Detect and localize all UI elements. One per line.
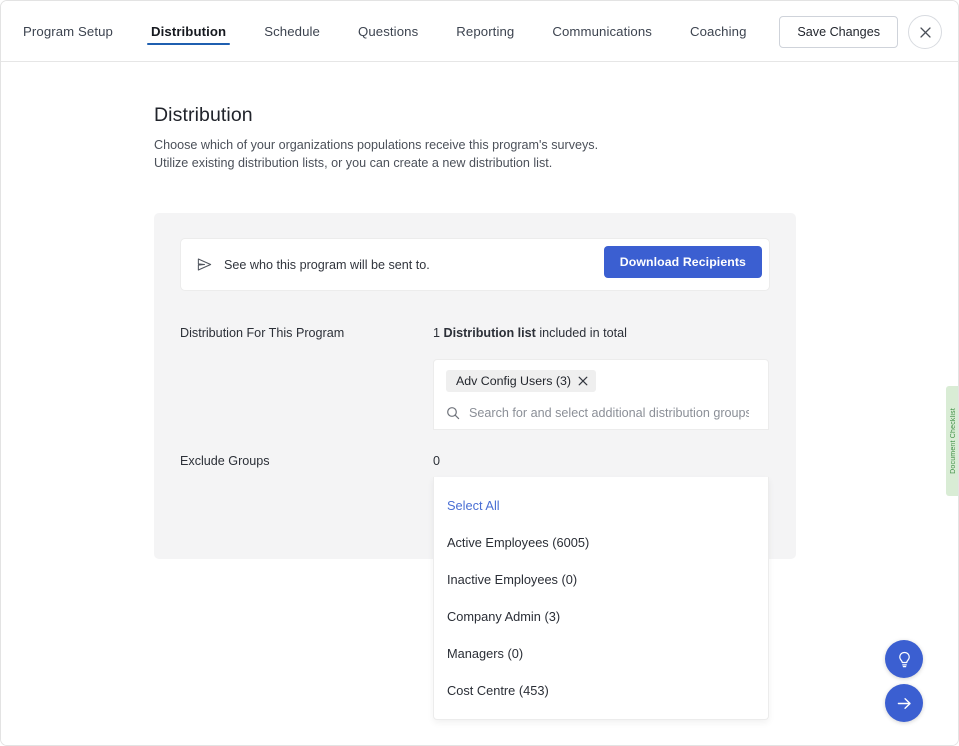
tab-distribution[interactable]: Distribution <box>132 1 245 62</box>
distribution-count-suffix: included in total <box>536 326 627 340</box>
page-subtitle-line-1: Choose which of your organizations popul… <box>154 137 598 155</box>
tab-label: Reporting <box>456 24 514 39</box>
download-recipients-button[interactable]: Download Recipients <box>604 246 762 278</box>
distribution-group-select[interactable]: Adv Config Users (3) <box>433 359 769 430</box>
top-navigation-bar: Program Setup Distribution Schedule Ques… <box>1 1 959 62</box>
distribution-for-program-label: Distribution For This Program <box>180 326 344 340</box>
selected-group-chip[interactable]: Adv Config Users (3) <box>446 370 596 392</box>
tab-questions[interactable]: Questions <box>339 1 437 62</box>
application-window: Program Setup Distribution Schedule Ques… <box>0 0 959 746</box>
dropdown-select-all[interactable]: Select All <box>434 487 768 524</box>
page-subtitle: Choose which of your organizations popul… <box>154 137 598 172</box>
tab-schedule[interactable]: Schedule <box>245 1 339 62</box>
page-title: Distribution <box>154 104 253 127</box>
save-changes-label: Save Changes <box>797 25 880 39</box>
distribution-count-bold: Distribution list <box>444 326 536 340</box>
next-fab-button[interactable] <box>885 684 923 722</box>
exclude-groups-count: 0 <box>433 454 440 468</box>
tab-coaching[interactable]: Coaching <box>671 1 766 62</box>
close-icon <box>919 26 932 39</box>
send-icon <box>195 256 213 274</box>
dropdown-option-cost-centre[interactable]: Cost Centre (453) <box>434 672 768 709</box>
distribution-count-prefix: 1 <box>433 326 444 340</box>
tab-bar: Program Setup Distribution Schedule Ques… <box>23 1 766 62</box>
dropdown-option-inactive-employees[interactable]: Inactive Employees (0) <box>434 561 768 598</box>
selected-group-chip-label: Adv Config Users (3) <box>456 374 571 388</box>
group-search-row <box>446 397 756 429</box>
dropdown-option-active-employees[interactable]: Active Employees (6005) <box>434 524 768 561</box>
dropdown-option-label: Managers (0) <box>447 646 523 661</box>
remove-chip-icon[interactable] <box>578 376 588 386</box>
page-content: Distribution Choose which of your organi… <box>1 62 959 746</box>
tab-program-setup[interactable]: Program Setup <box>23 1 132 62</box>
dropdown-option-managers[interactable]: Managers (0) <box>434 635 768 672</box>
tab-label: Distribution <box>151 24 226 39</box>
dropdown-option-label: Active Employees (6005) <box>447 535 589 550</box>
dropdown-select-all-label: Select All <box>447 498 500 513</box>
help-fab-button[interactable] <box>885 640 923 678</box>
recipients-banner-text: See who this program will be sent to. <box>224 258 430 272</box>
dropdown-option-label: Cost Centre (453) <box>447 683 549 698</box>
exclude-groups-label: Exclude Groups <box>180 454 270 468</box>
dropdown-option-company-admin[interactable]: Company Admin (3) <box>434 598 768 635</box>
lightbulb-icon <box>895 650 914 669</box>
topbar-actions: Save Changes <box>779 15 942 49</box>
distribution-count-text: 1 Distribution list included in total <box>433 326 627 340</box>
page-subtitle-line-2: Utilize existing distribution lists, or … <box>154 155 598 173</box>
tab-label: Program Setup <box>23 24 113 39</box>
close-button[interactable] <box>908 15 942 49</box>
tab-label: Coaching <box>690 24 747 39</box>
document-checklist-tab[interactable]: Document Checklist <box>946 386 959 496</box>
group-options-dropdown: Select All Active Employees (6005) Inact… <box>433 477 769 720</box>
download-recipients-label: Download Recipients <box>620 255 746 269</box>
search-icon <box>446 406 460 420</box>
recipients-banner: See who this program will be sent to. Do… <box>180 238 770 291</box>
group-search-input[interactable] <box>469 406 749 420</box>
tab-communications[interactable]: Communications <box>533 1 671 62</box>
save-changes-button[interactable]: Save Changes <box>779 16 898 48</box>
dropdown-option-label: Inactive Employees (0) <box>447 572 577 587</box>
document-checklist-tab-label: Document Checklist <box>950 408 957 474</box>
tab-reporting[interactable]: Reporting <box>437 1 533 62</box>
tab-label: Schedule <box>264 24 320 39</box>
arrow-right-icon <box>895 694 914 713</box>
dropdown-option-label: Company Admin (3) <box>447 609 560 624</box>
tab-label: Questions <box>358 24 418 39</box>
tab-label: Communications <box>552 24 652 39</box>
